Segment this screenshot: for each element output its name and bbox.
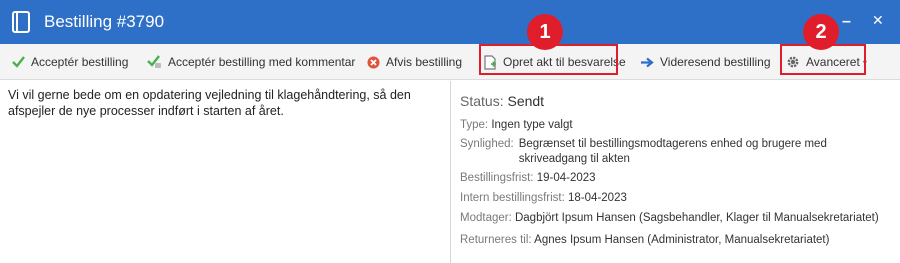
status-value: Sendt [507,93,545,109]
toolbar: Acceptér bestilling Acceptér bestilling … [0,44,900,80]
accept-with-comment-button[interactable]: Acceptér bestilling med kommentar [147,44,355,80]
recipient-value: Dagbjört Ipsum Hansen (Sagsbehandler, Kl… [514,212,879,224]
deadline-row: Bestillingsfrist: 19-04-2023 [460,171,596,186]
title-bar: Bestilling #3790 – ✕ [0,0,900,44]
recipient-row: Modtager: Dagbjört Ipsum Hansen (Sagsbeh… [460,211,879,226]
close-button[interactable]: ✕ [872,12,884,29]
reject-button[interactable]: Afvis bestilling [367,44,462,80]
type-row: Type: Ingen type valgt [460,118,573,133]
accept-with-comment-label: Acceptér bestilling med kommentar [168,55,356,69]
arrow-right-icon [641,57,654,67]
deadline-label: Bestillingsfrist: [460,172,534,184]
internal-deadline-label: Intern bestillingsfrist: [460,192,565,204]
accept-button-label: Acceptér bestilling [31,55,129,69]
check-icon [12,56,25,68]
callout-badge-2: 2 [803,14,839,50]
type-value: Ingen type valgt [491,119,573,131]
book-icon [12,11,30,33]
accept-button[interactable]: Acceptér bestilling [12,44,128,80]
forward-button-label: Videresend bestilling [660,55,771,69]
reject-icon [367,56,380,68]
reject-button-label: Afvis bestilling [386,55,463,69]
internal-deadline-value: 18-04-2023 [568,192,627,204]
status-row: Status: Sendt [460,93,544,109]
return-to-row: Returneres til: Agnes Ipsum Hansen (Admi… [460,233,829,248]
callout-badge-1: 1 [527,14,563,50]
order-message: Vi vil gerne bede om en opdatering vejle… [8,88,411,118]
message-pane: Vi vil gerne bede om en opdatering vejle… [0,81,450,263]
deadline-value: 19-04-2023 [536,172,596,184]
visibility-value: Begrænset til bestillingsmodtagerens enh… [518,138,827,165]
window-title: Bestilling #3790 [44,12,165,31]
minimize-button[interactable]: – [842,13,851,31]
recipient-label: Modtager: [460,212,512,224]
return-to-label: Returneres til: [460,234,532,246]
internal-deadline-row: Intern bestillingsfrist: 18-04-2023 [460,191,627,206]
forward-button[interactable]: Videresend bestilling [640,44,771,80]
details-pane: Status: Sendt Type: Ingen type valgt Syn… [451,81,900,263]
visibility-label: Synlighed: [460,138,514,150]
type-label: Type: [460,119,489,131]
visibility-row: Synlighed: Begrænset til bestillingsmodt… [460,137,890,167]
return-to-value: Agnes Ipsum Hansen (Administrator, Manua… [534,234,830,246]
status-label: Status: [460,93,504,109]
check-comment-icon [147,55,161,68]
